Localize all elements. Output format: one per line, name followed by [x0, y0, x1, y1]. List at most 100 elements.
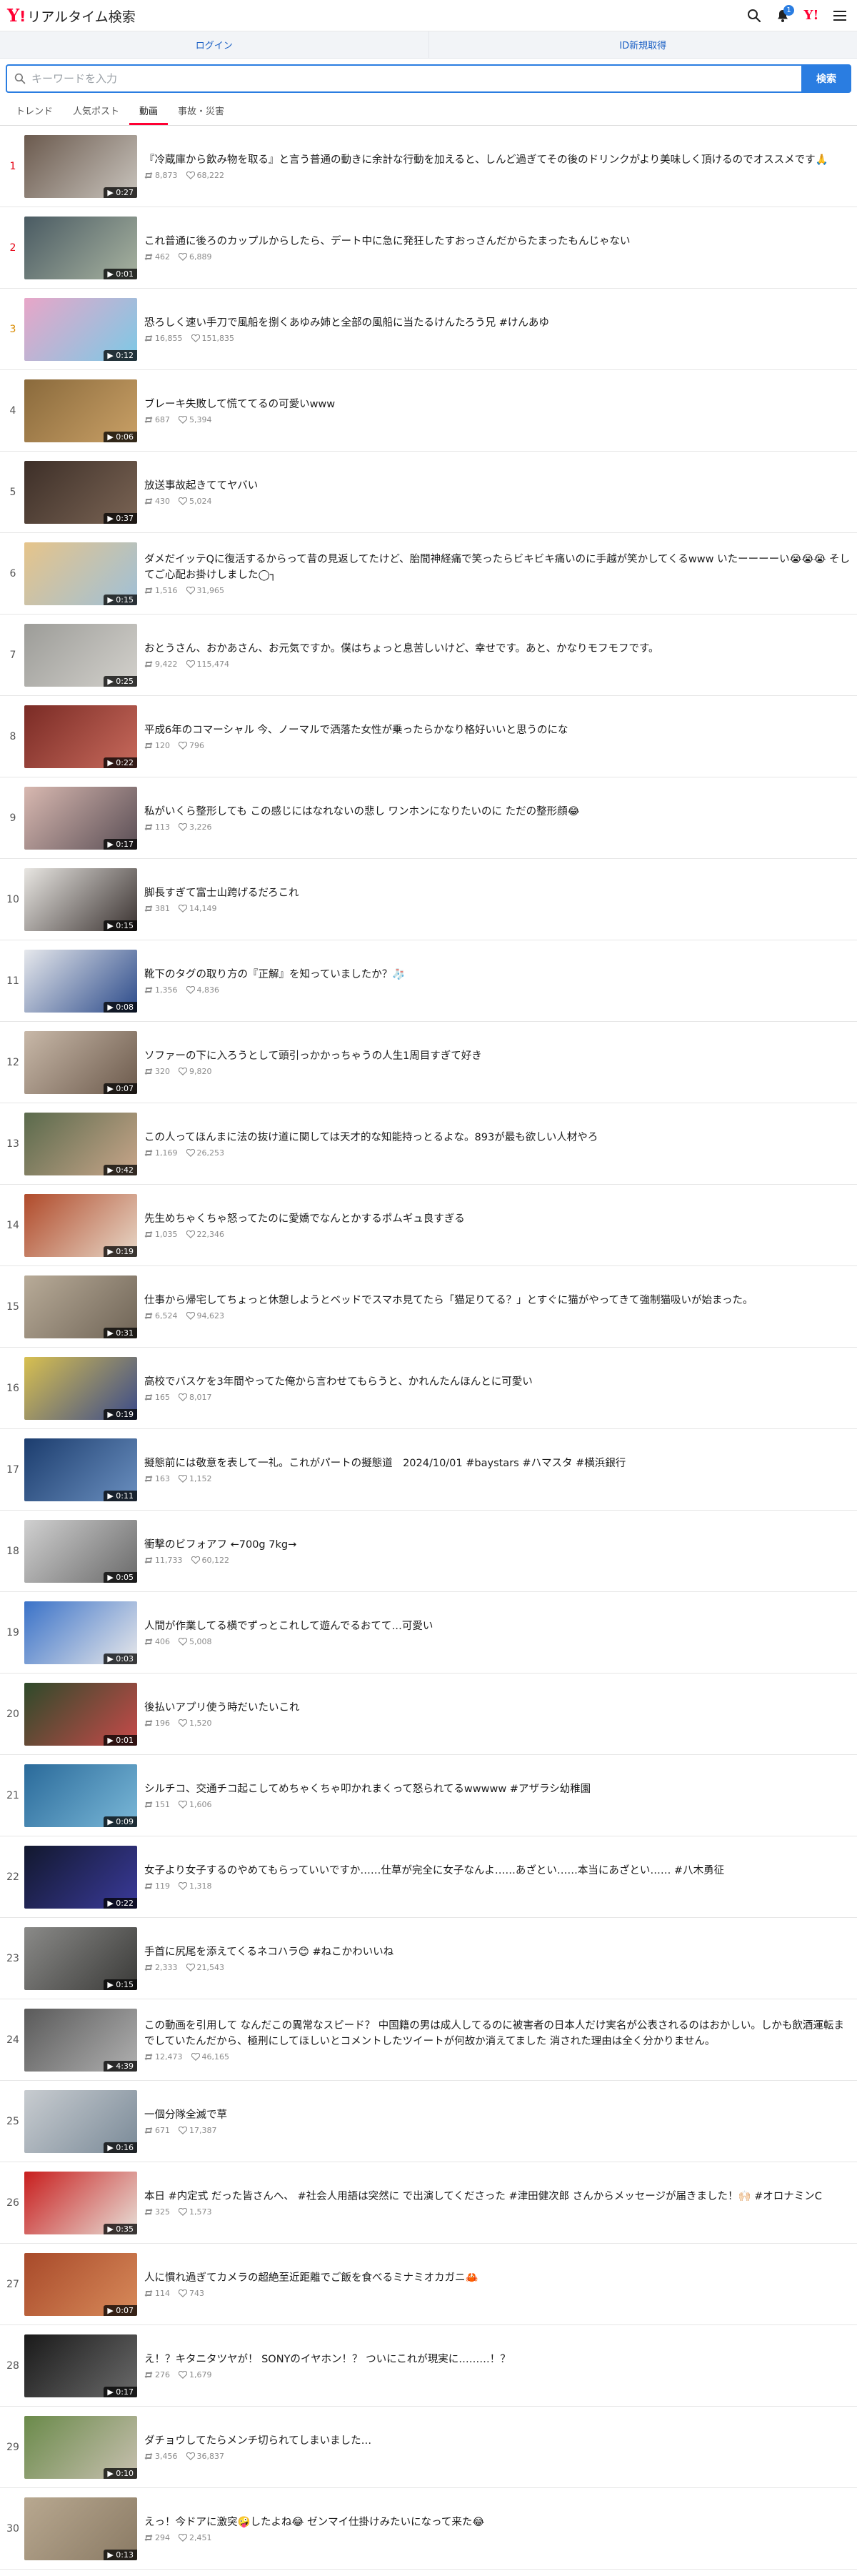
search-input[interactable] — [31, 72, 801, 85]
video-thumbnail[interactable]: ▶ 0:15 — [24, 1926, 137, 1990]
post-title[interactable]: この動画を引用して なんだこの異常なスピード？ 中国籍の男は成人してるのに被害者… — [144, 2018, 851, 2050]
ranking-item[interactable]: 22 ▶ 0:22 女子より女子するのやめてもらっていいですか……仕草が完全に女… — [0, 1836, 857, 1918]
post-title[interactable]: ダチョウしてたらメンチ切られてしまいました… — [144, 2433, 851, 2449]
ranking-item[interactable]: 12 ▶ 0:07 ソファーの下に入ろうとして頭引っかかっちゃうの人生1周目すぎ… — [0, 1022, 857, 1103]
video-thumbnail[interactable]: ▶ 0:11 — [24, 1438, 137, 1501]
yahoo-japan-icon[interactable]: Y! — [801, 6, 821, 26]
ranking-item[interactable]: 14 ▶ 0:19 先生めちゃくちゃ怒ってたのに愛嬌でなんとかするポムギュ良すぎ… — [0, 1185, 857, 1266]
video-thumbnail[interactable]: ▶ 0:15 — [24, 542, 137, 605]
ranking-item[interactable]: 4 ▶ 0:06 ブレーキ失敗して慌ててるの可愛いwww 687 5,394 — [0, 370, 857, 452]
video-thumbnail[interactable]: ▶ 0:17 — [24, 786, 137, 850]
video-thumbnail[interactable]: ▶ 0:31 — [24, 1275, 137, 1338]
ranking-item[interactable]: 24 ▶ 4:39 この動画を引用して なんだこの異常なスピード？ 中国籍の男は… — [0, 1999, 857, 2081]
video-thumbnail[interactable]: ▶ 0:35 — [24, 2171, 137, 2234]
video-thumbnail[interactable]: ▶ 0:08 — [24, 949, 137, 1013]
register-id-link[interactable]: ID新規取得 — [428, 31, 857, 58]
ranking-item[interactable]: 23 ▶ 0:15 手首に尻尾を添えてくるネコハラ😊 #ねこかわいいね 2,33… — [0, 1918, 857, 1999]
video-thumbnail[interactable]: ▶ 0:09 — [24, 1764, 137, 1827]
ranking-item[interactable]: 9 ▶ 0:17 私がいくら整形しても この感じにはなれないの悲し ワンホンにな… — [0, 777, 857, 859]
ranking-item[interactable]: 11 ▶ 0:08 靴下のタグの取り方の『正解』を知っていましたか？🧦 1,35… — [0, 940, 857, 1022]
video-thumbnail[interactable]: ▶ 0:17 — [24, 2334, 137, 2397]
video-thumbnail[interactable]: ▶ 4:39 — [24, 2008, 137, 2072]
post-title[interactable]: 靴下のタグの取り方の『正解』を知っていましたか？🧦 — [144, 967, 851, 983]
post-title[interactable]: 手首に尻尾を添えてくるネコハラ😊 #ねこかわいいね — [144, 1944, 851, 1960]
ranking-item[interactable]: 13 ▶ 0:42 この人ってほんまに法の抜け道に関しては天才的な知能持っとるよ… — [0, 1103, 857, 1185]
ranking-item[interactable]: 30 ▶ 0:13 えっ！今ドアに激突🤪したよね😂 ゼンマイ仕掛けみたいになって… — [0, 2488, 857, 2570]
menu-icon[interactable] — [830, 6, 850, 26]
video-thumbnail[interactable]: ▶ 0:10 — [24, 2415, 137, 2479]
post-title[interactable]: えっ！今ドアに激突🤪したよね😂 ゼンマイ仕掛けみたいになって来た😂 — [144, 2515, 851, 2530]
post-title[interactable]: 衝撃のビフォアフ ←700g 7kg→ — [144, 1537, 851, 1553]
video-thumbnail[interactable]: ▶ 0:42 — [24, 1112, 137, 1175]
ranking-item[interactable]: 26 ▶ 0:35 本日 #内定式 だった皆さんへ、 #社会人用語は突然に で出… — [0, 2162, 857, 2244]
ranking-item[interactable]: 16 ▶ 0:19 高校でバスケを3年間やってた俺から言わせてもらうと、かれんた… — [0, 1348, 857, 1429]
tab-video[interactable]: 動画 — [129, 97, 169, 125]
post-title[interactable]: これ普通に後ろのカップルからしたら、デート中に急に発狂したすおっさんだからたまっ… — [144, 234, 851, 249]
video-thumbnail[interactable]: ▶ 0:13 — [24, 2497, 137, 2560]
search-icon[interactable] — [744, 6, 764, 26]
search-button[interactable]: 検索 — [801, 64, 851, 93]
ranking-item[interactable]: 29 ▶ 0:10 ダチョウしてたらメンチ切られてしまいました… 3,456 3… — [0, 2407, 857, 2488]
post-title[interactable]: 擬態前には敬意を表して一礼。これがパートの擬態道 2024/10/01 #bay… — [144, 1456, 851, 1471]
video-thumbnail[interactable]: ▶ 0:22 — [24, 705, 137, 768]
post-title[interactable]: 本日 #内定式 だった皆さんへ、 #社会人用語は突然に で出演してくださった #… — [144, 2189, 851, 2204]
tab-accidents-disasters[interactable]: 事故・災害 — [168, 97, 234, 125]
video-thumbnail[interactable]: ▶ 0:25 — [24, 623, 137, 687]
video-thumbnail[interactable]: ▶ 0:19 — [24, 1193, 137, 1257]
post-title[interactable]: 仕事から帰宅してちょっと休憩しようとベッドでスマホ見てたら「猫足りてる？」とすぐ… — [144, 1293, 851, 1308]
video-thumbnail[interactable]: ▶ 0:15 — [24, 867, 137, 931]
notification-bell-icon[interactable]: 1 — [773, 4, 794, 26]
ranking-item[interactable]: 20 ▶ 0:01 後払いアプリ使う時だいたいこれ 196 1,520 — [0, 1674, 857, 1755]
ranking-item[interactable]: 3 ▶ 0:12 恐ろしく速い手刀で風船を捌くあゆみ姉と全部の風船に当たるけんた… — [0, 289, 857, 370]
yahoo-realtime-logo[interactable]: Y ! リアルタイム検索 — [7, 5, 136, 26]
video-thumbnail[interactable]: ▶ 0:27 — [24, 134, 137, 198]
tab-trend[interactable]: トレンド — [6, 97, 63, 125]
ranking-item[interactable]: 27 ▶ 0:07 人に慣れ過ぎてカメラの超絶至近距離でご飯を食べるミナミオカガ… — [0, 2244, 857, 2325]
ranking-item[interactable]: 15 ▶ 0:31 仕事から帰宅してちょっと休憩しようとベッドでスマホ見てたら「… — [0, 1266, 857, 1348]
video-thumbnail[interactable]: ▶ 0:01 — [24, 216, 137, 279]
post-title[interactable]: 脚長すぎて富士山跨げるだろこれ — [144, 885, 851, 901]
ranking-item[interactable]: 5 ▶ 0:37 放送事故起きててヤバい 430 5,024 — [0, 452, 857, 533]
video-thumbnail[interactable]: ▶ 0:07 — [24, 2252, 137, 2316]
post-title[interactable]: おとうさん、おかあさん、お元気ですか。僕はちょっと息苦しいけど、幸せです。あと、… — [144, 641, 851, 657]
post-title[interactable]: 後払いアプリ使う時だいたいこれ — [144, 1700, 851, 1716]
video-thumbnail[interactable]: ▶ 0:16 — [24, 2089, 137, 2153]
video-thumbnail[interactable]: ▶ 0:05 — [24, 1519, 137, 1583]
post-title[interactable]: ダメだイッテQに復活するからって昔の見返してたけど、胎間神経痛で笑ったらビキビキ… — [144, 552, 851, 584]
post-title[interactable]: シルチコ、交通チコ起こしてめちゃくちゃ叩かれまくって怒られてるwwwww #アザ… — [144, 1781, 851, 1797]
video-thumbnail[interactable]: ▶ 0:07 — [24, 1030, 137, 1094]
video-thumbnail[interactable]: ▶ 0:06 — [24, 379, 137, 442]
post-title[interactable]: 人間が作業してる横でずっとこれして遊んでるおてて…可愛い — [144, 1618, 851, 1634]
post-title[interactable]: ソファーの下に入ろうとして頭引っかかっちゃうの人生1周目すぎて好き — [144, 1048, 851, 1064]
ranking-item[interactable]: 7 ▶ 0:25 おとうさん、おかあさん、お元気ですか。僕はちょっと息苦しいけど… — [0, 615, 857, 696]
post-title[interactable]: 『冷蔵庫から飲み物を取る』と言う普通の動きに余計な行動を加えると、しんど過ぎてそ… — [144, 152, 851, 168]
ranking-item[interactable]: 1 ▶ 0:27 『冷蔵庫から飲み物を取る』と言う普通の動きに余計な行動を加える… — [0, 126, 857, 207]
post-title[interactable]: 一個分隊全滅で草 — [144, 2107, 851, 2123]
post-title[interactable]: 私がいくら整形しても この感じにはなれないの悲し ワンホンになりたいのに ただの… — [144, 804, 851, 820]
login-link[interactable]: ログイン — [0, 31, 428, 58]
ranking-item[interactable]: 25 ▶ 0:16 一個分隊全滅で草 671 17,387 — [0, 2081, 857, 2162]
video-thumbnail[interactable]: ▶ 0:22 — [24, 1845, 137, 1909]
video-thumbnail[interactable]: ▶ 0:03 — [24, 1601, 137, 1664]
post-title[interactable]: 人に慣れ過ぎてカメラの超絶至近距離でご飯を食べるミナミオカガニ🦀 — [144, 2270, 851, 2286]
post-title[interactable]: 平成6年のコマーシャル 今、ノーマルで洒落た女性が乗ったらかなり格好いいと思うの… — [144, 722, 851, 738]
post-title[interactable]: 放送事故起きててヤバい — [144, 478, 851, 494]
ranking-item[interactable]: 10 ▶ 0:15 脚長すぎて富士山跨げるだろこれ 381 14,149 — [0, 859, 857, 940]
ranking-item[interactable]: 8 ▶ 0:22 平成6年のコマーシャル 今、ノーマルで洒落た女性が乗ったらかな… — [0, 696, 857, 777]
video-thumbnail[interactable]: ▶ 0:12 — [24, 297, 137, 361]
ranking-item[interactable]: 19 ▶ 0:03 人間が作業してる横でずっとこれして遊んでるおてて…可愛い 4… — [0, 1592, 857, 1674]
post-title[interactable]: 先生めちゃくちゃ怒ってたのに愛嬌でなんとかするポムギュ良すぎる — [144, 1211, 851, 1227]
ranking-item[interactable]: 18 ▶ 0:05 衝撃のビフォアフ ←700g 7kg→ 11,733 60,… — [0, 1511, 857, 1592]
video-thumbnail[interactable]: ▶ 0:37 — [24, 460, 137, 524]
video-thumbnail[interactable]: ▶ 0:01 — [24, 1682, 137, 1746]
post-title[interactable]: 高校でバスケを3年間やってた俺から言わせてもらうと、かれんたんほんとに可愛い — [144, 1374, 851, 1390]
ranking-item[interactable]: 2 ▶ 0:01 これ普通に後ろのカップルからしたら、デート中に急に発狂したすお… — [0, 207, 857, 289]
tab-popular-posts[interactable]: 人気ポスト — [63, 97, 129, 125]
post-title[interactable]: 女子より女子するのやめてもらっていいですか……仕草が完全に女子なんよ……あざとい… — [144, 1863, 851, 1879]
ranking-item[interactable]: 21 ▶ 0:09 シルチコ、交通チコ起こしてめちゃくちゃ叩かれまくって怒られて… — [0, 1755, 857, 1836]
post-title[interactable]: え！？キタニタツヤが！ SONYのイヤホン！？ ついにこれが現実に………！？ — [144, 2352, 851, 2367]
post-title[interactable]: 恐ろしく速い手刀で風船を捌くあゆみ姉と全部の風船に当たるけんたろう兄 #けんあゆ — [144, 315, 851, 331]
post-title[interactable]: この人ってほんまに法の抜け道に関しては天才的な知能持っとるよな。893が最も欲し… — [144, 1130, 851, 1145]
video-thumbnail[interactable]: ▶ 0:19 — [24, 1356, 137, 1420]
post-title[interactable]: ブレーキ失敗して慌ててるの可愛いwww — [144, 397, 851, 412]
